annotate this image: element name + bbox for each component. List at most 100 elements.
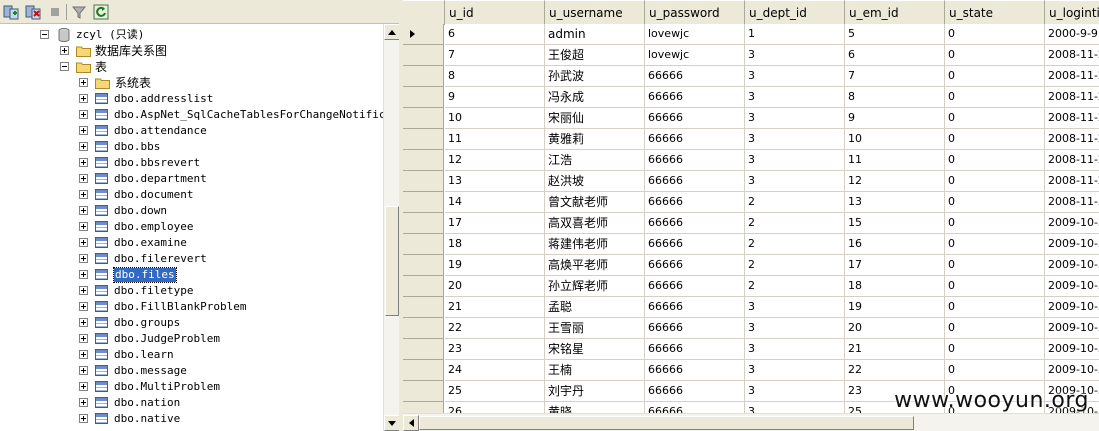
grid-cell-u-password[interactable]: 66666: [645, 255, 745, 276]
grid-cell-u-id[interactable]: 21: [445, 297, 545, 318]
grid-cell-u-state[interactable]: 0: [945, 108, 1045, 129]
row-selector[interactable]: [403, 276, 444, 297]
grid-cell-u-logintim[interactable]: 2009-10-3: [1045, 318, 1099, 339]
grid-cell-u-password[interactable]: 66666: [645, 129, 745, 150]
expand-toggle[interactable]: [79, 302, 88, 311]
tree-node-system-tables[interactable]: 系统表: [0, 75, 383, 91]
grid-cell-u-username[interactable]: admin: [545, 24, 645, 45]
grid-cell-u-username[interactable]: 王俊超: [545, 45, 645, 66]
tree-node-table[interactable]: dbo.message: [0, 363, 383, 379]
tree-node-table[interactable]: dbo.bbs: [0, 139, 383, 155]
grid-cell-u-state[interactable]: 0: [945, 24, 1045, 45]
grid-cell-u-id[interactable]: 7: [445, 45, 545, 66]
grid-cell-u-em-id[interactable]: 19: [845, 297, 945, 318]
row-selector[interactable]: [403, 339, 444, 360]
grid-cell-u-logintim[interactable]: 2009-10-3: [1045, 255, 1099, 276]
grid-cell-u-password[interactable]: 66666: [645, 297, 745, 318]
grid-cell-u-username[interactable]: 冯永成: [545, 87, 645, 108]
expand-toggle[interactable]: [79, 158, 88, 167]
grid-cell-u-em-id[interactable]: 17: [845, 255, 945, 276]
grid-cell-u-id[interactable]: 19: [445, 255, 545, 276]
grid-cell-u-id[interactable]: 18: [445, 234, 545, 255]
grid-cell-u-id[interactable]: 25: [445, 381, 545, 402]
grid-cell-u-password[interactable]: 66666: [645, 276, 745, 297]
expand-toggle[interactable]: [79, 222, 88, 231]
scroll-thumb[interactable]: [385, 206, 399, 316]
grid-cell-u-state[interactable]: 0: [945, 129, 1045, 150]
expand-toggle[interactable]: [79, 110, 88, 119]
tree-node-table[interactable]: dbo.JudgeProblem: [0, 331, 383, 347]
grid-cell-u-username[interactable]: 王楠: [545, 360, 645, 381]
grid-cell-u-logintim[interactable]: 2009-10-3: [1045, 213, 1099, 234]
grid-cell-u-username[interactable]: 孟聪: [545, 297, 645, 318]
expand-toggle[interactable]: [79, 382, 88, 391]
refresh-icon[interactable]: [92, 3, 110, 21]
grid-cell-u-logintim[interactable]: 2008-11-2: [1045, 45, 1099, 66]
grid-cell-u-em-id[interactable]: 12: [845, 171, 945, 192]
grid-cell-u-dept-id[interactable]: 3: [745, 87, 845, 108]
grid-cell-u-dept-id[interactable]: 3: [745, 150, 845, 171]
grid-cell-u-password[interactable]: 66666: [645, 339, 745, 360]
grid-cell-u-em-id[interactable]: 6: [845, 45, 945, 66]
grid-cell-u-username[interactable]: 赵洪坡: [545, 171, 645, 192]
tree-node-table[interactable]: dbo.learn: [0, 347, 383, 363]
tree-node-table[interactable]: dbo.filetype: [0, 283, 383, 299]
grid-cell-u-dept-id[interactable]: 2: [745, 192, 845, 213]
grid-cell-u-dept-id[interactable]: 3: [745, 297, 845, 318]
grid-cell-u-dept-id[interactable]: 3: [745, 45, 845, 66]
collapse-toggle[interactable]: [60, 62, 69, 71]
grid-cell-u-state[interactable]: 0: [945, 318, 1045, 339]
tree-vertical-scrollbar[interactable]: [383, 24, 400, 431]
grid-cell-u-dept-id[interactable]: 2: [745, 234, 845, 255]
grid-cell-u-username[interactable]: 孙武波: [545, 66, 645, 87]
row-selector[interactable]: [403, 234, 444, 255]
grid-cell-u-logintim[interactable]: 2008-11-2: [1045, 129, 1099, 150]
expand-toggle[interactable]: [79, 350, 88, 359]
tree-node-table[interactable]: dbo.MultiProblem: [0, 379, 383, 395]
row-selector[interactable]: [403, 45, 444, 66]
grid-cell-u-username[interactable]: 刘宇丹: [545, 381, 645, 402]
grid-cell-u-em-id[interactable]: 10: [845, 129, 945, 150]
tree-node-table[interactable]: dbo.examine: [0, 235, 383, 251]
scroll-up-arrow-icon[interactable]: [384, 24, 400, 40]
grid-cell-u-state[interactable]: 0: [945, 150, 1045, 171]
grid-cell-u-logintim[interactable]: 2000-9-9 0: [1045, 24, 1099, 45]
grid-cell-u-em-id[interactable]: 18: [845, 276, 945, 297]
expand-toggle[interactable]: [79, 286, 88, 295]
row-selector[interactable]: [403, 129, 444, 150]
tree-node-database[interactable]: zcyl (只读): [0, 27, 383, 43]
grid-cell-u-dept-id[interactable]: 2: [745, 276, 845, 297]
stop-icon[interactable]: [46, 3, 64, 21]
tree-node-table[interactable]: dbo.filerevert: [0, 251, 383, 267]
grid-cell-u-password[interactable]: 66666: [645, 360, 745, 381]
expand-toggle[interactable]: [79, 174, 88, 183]
scroll-thumb[interactable]: [419, 416, 914, 430]
grid-cell-u-id[interactable]: 8: [445, 66, 545, 87]
column-header[interactable]: u_em_id: [845, 0, 945, 25]
grid-cell-u-id[interactable]: 11: [445, 129, 545, 150]
grid-horizontal-scrollbar[interactable]: [403, 413, 1099, 431]
grid-cell-u-dept-id[interactable]: 3: [745, 381, 845, 402]
grid-cell-u-password[interactable]: 66666: [645, 87, 745, 108]
grid-cell-u-password[interactable]: lovewjc: [645, 45, 745, 66]
tree-node-tables[interactable]: 表: [0, 59, 383, 75]
grid-cell-u-logintim[interactable]: 2009-10-3: [1045, 339, 1099, 360]
grid-corner-cell[interactable]: [403, 0, 445, 25]
grid-cell-u-id[interactable]: 23: [445, 339, 545, 360]
grid-cell-u-id[interactable]: 14: [445, 192, 545, 213]
column-header[interactable]: u_state: [945, 0, 1045, 25]
grid-cell-u-state[interactable]: 0: [945, 276, 1045, 297]
expand-toggle[interactable]: [79, 398, 88, 407]
grid-cell-u-password[interactable]: 66666: [645, 192, 745, 213]
tree-node-table[interactable]: dbo.AspNet_SqlCacheTablesForChangeNotifi…: [0, 107, 383, 123]
column-header[interactable]: u_id: [445, 0, 545, 25]
grid-cell-u-dept-id[interactable]: 2: [745, 255, 845, 276]
grid-cell-u-state[interactable]: 0: [945, 360, 1045, 381]
grid-cell-u-state[interactable]: 0: [945, 87, 1045, 108]
grid-cell-u-id[interactable]: 6: [445, 24, 545, 45]
grid-cell-u-id[interactable]: 20: [445, 276, 545, 297]
tree-node-table[interactable]: dbo.files: [0, 267, 383, 283]
grid-cell-u-state[interactable]: 0: [945, 297, 1045, 318]
grid-cell-u-dept-id[interactable]: 3: [745, 360, 845, 381]
grid-cell-u-logintim[interactable]: 2008-11-2: [1045, 150, 1099, 171]
